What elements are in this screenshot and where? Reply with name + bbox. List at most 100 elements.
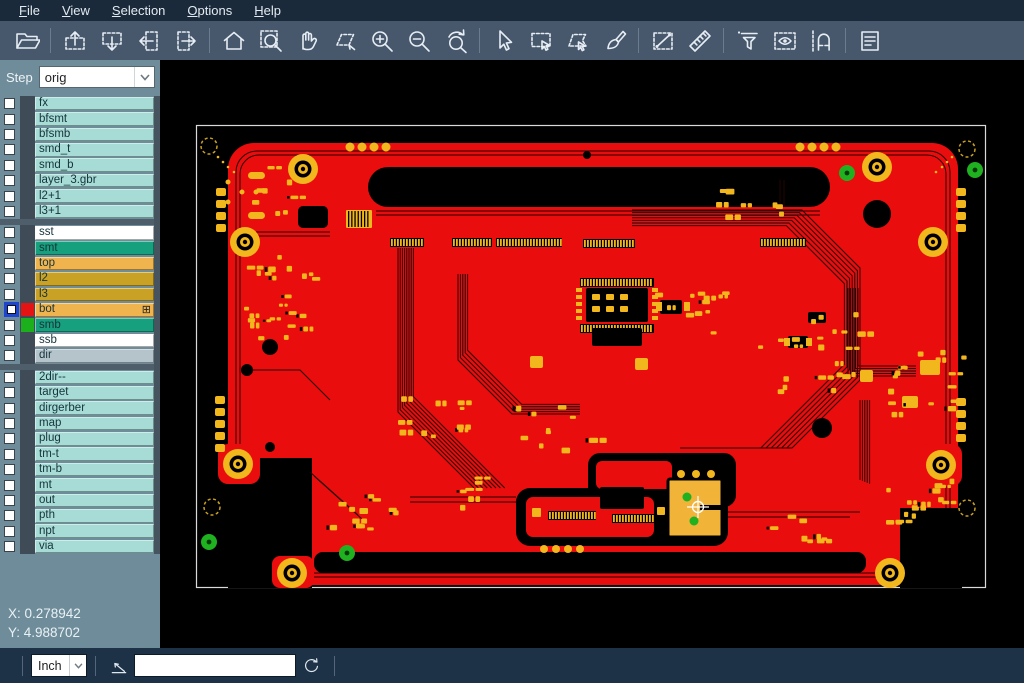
layer-row-smd_t: smd_t [0, 142, 154, 157]
menu-item-view[interactable]: View [51, 1, 101, 21]
snap-button[interactable] [803, 25, 840, 57]
layer-checkbox-ssb[interactable] [4, 335, 15, 346]
layer-checkbox-smd_t[interactable] [4, 144, 15, 155]
layer-checkbox-npt[interactable] [4, 526, 15, 537]
layer-name-fx[interactable]: fx [35, 97, 154, 111]
step-select[interactable]: orig [39, 66, 155, 88]
menu-item-options[interactable]: Options [176, 1, 243, 21]
filter-button[interactable] [729, 25, 766, 57]
command-input[interactable] [134, 654, 296, 677]
layer-row-smb: smb [0, 317, 154, 332]
zoom-in-button[interactable] [363, 25, 400, 57]
layer-checkbox-pth[interactable] [4, 510, 15, 521]
layer-name-npt[interactable]: npt [35, 524, 154, 538]
layer-checkbox-bot[interactable] [7, 305, 16, 314]
active-layer-checkbox-highlight[interactable] [4, 302, 19, 317]
layer-name-dir[interactable]: dir [35, 349, 154, 363]
pan-button[interactable] [289, 25, 326, 57]
open-file-button[interactable] [8, 25, 45, 57]
layer-checkbox-cell [0, 387, 20, 398]
layer-checkbox-l2+1[interactable] [4, 191, 15, 202]
layer-checkbox-target[interactable] [4, 387, 15, 398]
layer-name-smd_t[interactable]: smd_t [35, 143, 154, 157]
layer-checkbox-plug[interactable] [4, 433, 15, 444]
menu-item-help[interactable]: Help [243, 1, 292, 21]
layer-name-mt[interactable]: mt [35, 478, 154, 492]
shift-up-button[interactable] [56, 25, 93, 57]
toolbar-separator [638, 28, 639, 53]
layer-checkbox-fx[interactable] [4, 98, 15, 109]
select-button[interactable] [485, 25, 522, 57]
layer-checkbox-dir[interactable] [4, 350, 15, 361]
layer-checkbox-smd_b[interactable] [4, 160, 15, 171]
layer-checkbox-out[interactable] [4, 495, 15, 506]
layer-name-out[interactable]: out [35, 494, 154, 508]
select-rect-button[interactable] [522, 25, 559, 57]
layer-checkbox-map[interactable] [4, 418, 15, 429]
layer-name-ssb[interactable]: ssb [35, 334, 154, 348]
layer-checkbox-2dir--[interactable] [4, 372, 15, 383]
layer-name-pth[interactable]: pth [35, 509, 154, 523]
app-window: FileViewSelectionOptionsHelp Step orig f… [0, 0, 1024, 683]
zoom-out-button[interactable] [400, 25, 437, 57]
layer-color-swatch[interactable] [21, 303, 34, 316]
select-poly-button[interactable] [559, 25, 596, 57]
layer-color-swatch[interactable] [21, 318, 34, 331]
ruler-button[interactable] [681, 25, 718, 57]
layer-name-bot[interactable]: bot⊞ [35, 303, 154, 317]
home-view-button[interactable] [215, 25, 252, 57]
layer-name-tm-b[interactable]: tm-b [35, 463, 154, 477]
layer-name-layer_3.gbr[interactable]: layer_3.gbr [35, 174, 154, 188]
layer-name-smd_b[interactable]: smd_b [35, 158, 154, 172]
layer-checkbox-top[interactable] [4, 258, 15, 269]
shift-down-button[interactable] [93, 25, 130, 57]
layer-name-l3[interactable]: l3 [35, 288, 154, 302]
layer-name-l2[interactable]: l2 [35, 272, 154, 286]
layer-name-map[interactable]: map [35, 417, 154, 431]
display-options-button[interactable] [766, 25, 803, 57]
layer-name-l3+1[interactable]: l3+1 [35, 205, 154, 219]
layer-checkbox-tm-t[interactable] [4, 449, 15, 460]
layer-name-plug[interactable]: plug [35, 432, 154, 446]
layer-checkbox-l2[interactable] [4, 273, 15, 284]
layer-name-smb[interactable]: smb [35, 318, 154, 332]
zoom-window-button[interactable] [252, 25, 289, 57]
measure-button[interactable] [644, 25, 681, 57]
layer-name-2dir--[interactable]: 2dir-- [35, 371, 154, 385]
layer-checkbox-layer_3.gbr[interactable] [4, 175, 15, 186]
layer-name-smt[interactable]: smt [35, 241, 154, 255]
shift-right-button[interactable] [167, 25, 204, 57]
zoom-area-button[interactable] [326, 25, 363, 57]
layer-checkbox-mt[interactable] [4, 480, 15, 491]
menu-item-file[interactable]: File [8, 1, 51, 21]
layer-name-dirgerber[interactable]: dirgerber [35, 401, 154, 415]
layer-checkbox-tm-b[interactable] [4, 464, 15, 475]
measure-angle-icon[interactable] [106, 653, 132, 679]
layer-checkbox-smb[interactable] [4, 320, 15, 331]
layer-name-bfsmb[interactable]: bfsmb [35, 128, 154, 142]
layer-name-sst[interactable]: sst [35, 226, 154, 240]
report-button[interactable] [851, 25, 888, 57]
refresh-icon[interactable] [298, 653, 324, 679]
layer-grid-icon[interactable]: ⊞ [142, 305, 151, 315]
layer-checkbox-sst[interactable] [4, 227, 15, 238]
zoom-previous-button[interactable] [437, 25, 474, 57]
layer-name-target[interactable]: target [35, 386, 154, 400]
layer-checkbox-via[interactable] [4, 541, 15, 552]
layer-name-l2+1[interactable]: l2+1 [35, 189, 154, 203]
menu-item-selection[interactable]: Selection [101, 1, 176, 21]
layer-checkbox-smt[interactable] [4, 243, 15, 254]
layer-name-via[interactable]: via [35, 540, 154, 554]
pcb-canvas[interactable] [160, 60, 1024, 648]
shift-left-button[interactable] [130, 25, 167, 57]
layer-checkbox-bfsmb[interactable] [4, 129, 15, 140]
layer-name-top[interactable]: top [35, 257, 154, 271]
layer-checkbox-l3[interactable] [4, 289, 15, 300]
clean-button[interactable] [596, 25, 633, 57]
layer-checkbox-bfsmt[interactable] [4, 114, 15, 125]
unit-select[interactable]: Inch [31, 654, 87, 677]
layer-name-tm-t[interactable]: tm-t [35, 447, 154, 461]
layer-checkbox-dirgerber[interactable] [4, 403, 15, 414]
layer-checkbox-l3+1[interactable] [4, 206, 15, 217]
layer-name-bfsmt[interactable]: bfsmt [35, 112, 154, 126]
